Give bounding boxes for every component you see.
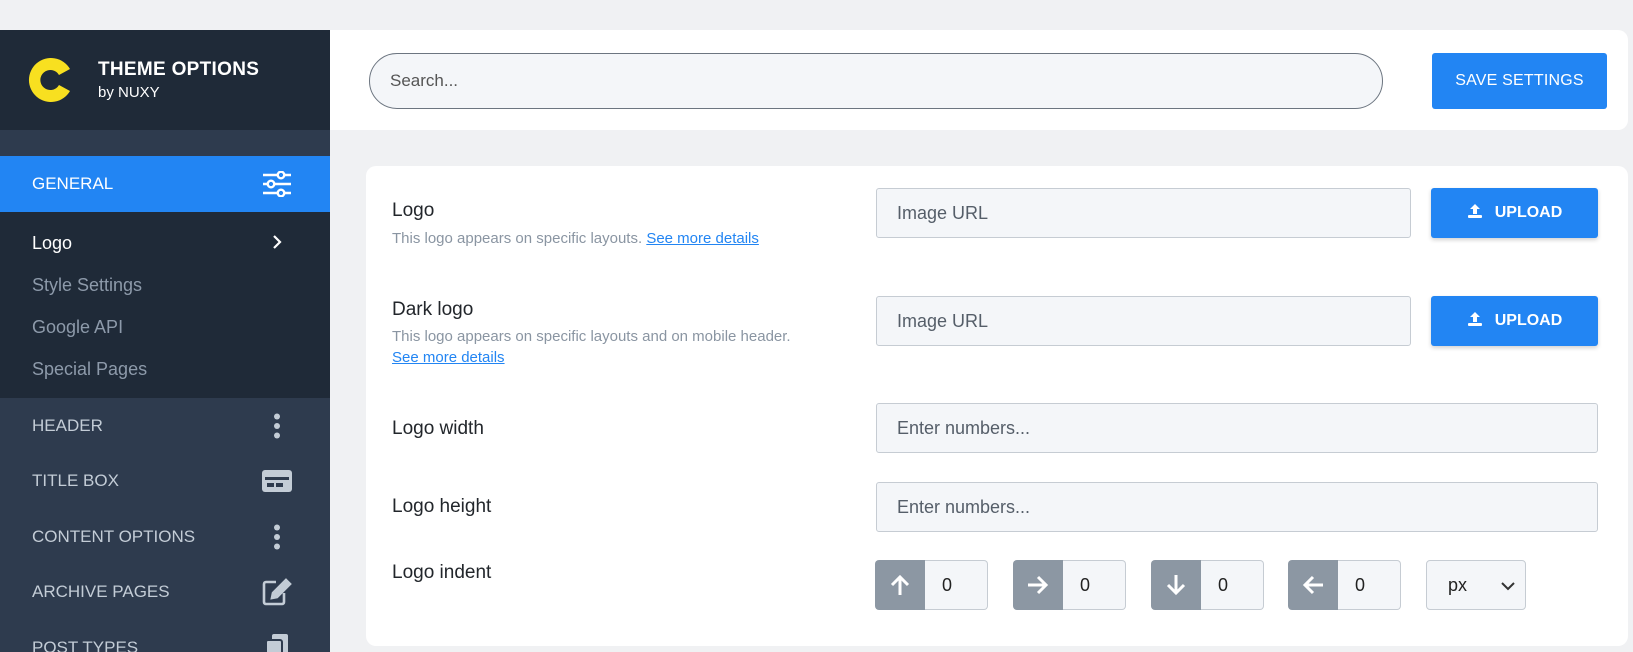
see-more-details-link[interactable]: See more details [646,230,759,247]
indent-left-input[interactable]: 0 [1338,560,1401,610]
description-text: This logo appears on specific layouts. [392,230,643,247]
see-more-details-link[interactable]: See more details [392,349,505,366]
card-icon [262,470,292,493]
sidebar-item-general[interactable]: GENERAL [0,156,330,212]
field-label: Logo height [392,496,492,517]
dark-logo-image-url-input[interactable] [876,296,1411,346]
subnav-item-label: Google API [32,316,124,337]
copy-icon [262,633,292,652]
save-settings-button[interactable]: SAVE SETTINGS [1432,53,1607,109]
sidebar: THEME OPTIONS by NUXY GENERAL Logo Style… [0,30,330,652]
logo-height-input[interactable] [876,482,1598,532]
field-label: Logo width [392,418,484,439]
indent-right-group: 0 [1013,560,1126,610]
subnav-item-label: Logo [32,232,73,253]
subnav-item-special-pages[interactable]: Special Pages [0,348,330,390]
subnav-item-label: Special Pages [32,358,148,379]
sidebar-spacer [0,130,330,156]
dark-logo-upload-button[interactable]: UPLOAD [1431,296,1598,346]
brand-text: THEME OPTIONS by NUXY [98,59,259,101]
indent-bottom-input[interactable]: 0 [1201,560,1264,610]
indent-top-group: 0 [875,560,988,610]
subnav-item-style-settings[interactable]: Style Settings [0,264,330,306]
theme-options-page: THEME OPTIONS by NUXY GENERAL Logo Style… [0,0,1633,652]
search-input[interactable] [369,53,1383,109]
subnav-item-google-api[interactable]: Google API [0,306,330,348]
sidebar-item-content-options[interactable]: CONTENT OPTIONS [0,509,330,565]
indent-unit-select[interactable]: px [1426,560,1526,610]
sidebar-item-post-types[interactable]: POST TYPES [0,620,330,652]
arrow-right-icon [1013,560,1063,610]
sidebar-item-label: CONTENT OPTIONS [32,526,196,546]
unit-value: px [1448,574,1468,595]
field-description: This logo appears on specific layouts. S… [392,228,759,249]
logo-image-url-input[interactable] [876,188,1411,238]
more-vertical-icon [262,524,292,550]
sidebar-item-label: HEADER [32,415,103,435]
brand-header: THEME OPTIONS by NUXY [0,30,330,130]
subnav-item-label: Style Settings [32,274,143,295]
sidebar-item-label: POST TYPES [32,637,139,652]
sidebar-item-label: TITLE BOX [32,471,119,491]
logo-width-input[interactable] [876,403,1598,453]
indent-top-input[interactable]: 0 [925,560,988,610]
indent-right-input[interactable]: 0 [1063,560,1126,610]
sidebar-item-title-box[interactable]: TITLE BOX [0,454,330,510]
sidebar-item-label: GENERAL [32,174,114,193]
indent-bottom-group: 0 [1151,560,1264,610]
field-label: Logo [392,200,435,221]
sidebar-item-archive-pages[interactable]: ARCHIVE PAGES [0,565,330,621]
field-description: This logo appears on specific layouts an… [392,326,832,368]
chevron-down-icon [1501,575,1515,596]
subnav-item-logo[interactable]: Logo [0,222,330,264]
field-label: Dark logo [392,299,474,320]
settings-card: Logo This logo appears on specific layou… [366,166,1628,646]
sidebar-item-header[interactable]: HEADER [0,398,330,454]
description-text: This logo appears on specific layouts an… [392,328,791,345]
field-label: Logo indent [392,562,492,583]
logo-upload-button[interactable]: UPLOAD [1431,188,1598,238]
arrow-left-icon [1288,560,1338,610]
upload-icon [1467,203,1483,224]
arrow-up-icon [875,560,925,610]
brand-title: THEME OPTIONS [98,59,260,80]
more-vertical-icon [262,413,292,439]
indent-left-group: 0 [1288,560,1401,610]
chevron-right-icon [272,233,282,254]
upload-label: UPLOAD [1494,312,1563,329]
edit-icon [262,578,292,606]
sidebar-item-label: ARCHIVE PAGES [32,582,170,602]
arrow-down-icon [1151,560,1201,610]
c-logo-icon [26,55,76,105]
upload-label: UPLOAD [1494,204,1563,221]
brand-subtitle: by NUXY [98,84,160,101]
sliders-icon [262,171,292,197]
general-subnav: Logo Style Settings Google API Special P… [0,212,330,398]
top-bar: SAVE SETTINGS [330,30,1628,130]
upload-icon [1467,311,1483,332]
